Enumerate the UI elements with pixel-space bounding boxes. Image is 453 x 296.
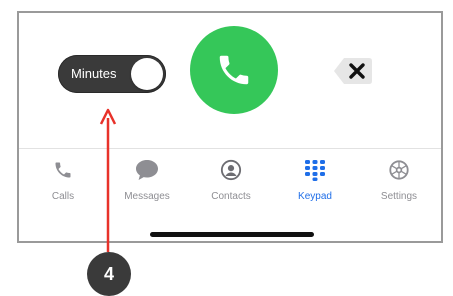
phone-screen: Minutes Calls Messages Contacts Keypad S… xyxy=(17,11,443,243)
tab-keypad[interactable]: Keypad xyxy=(275,157,355,207)
gear-icon xyxy=(389,160,409,180)
tab-calls[interactable]: Calls xyxy=(23,157,103,207)
tab-label: Settings xyxy=(380,191,418,202)
dialer-controls: Minutes xyxy=(19,13,441,148)
minutes-toggle-label: Minutes xyxy=(71,66,117,81)
toggle-knob[interactable] xyxy=(131,58,163,90)
tab-messages[interactable]: Messages xyxy=(107,157,187,207)
tab-settings[interactable]: Settings xyxy=(359,157,439,207)
minutes-toggle[interactable]: Minutes xyxy=(58,55,166,93)
tab-contacts[interactable]: Contacts xyxy=(191,157,271,207)
tab-label: Keypad xyxy=(298,191,332,202)
tab-label: Messages xyxy=(124,191,170,202)
chat-bubble-icon xyxy=(136,160,158,180)
keypad-grid-icon xyxy=(305,160,325,181)
backspace-icon xyxy=(334,58,372,84)
tab-label: Calls xyxy=(51,191,75,202)
person-circle-icon xyxy=(220,159,242,181)
delete-button[interactable] xyxy=(333,56,373,86)
tab-bar: Calls Messages Contacts Keypad Settings xyxy=(19,149,441,229)
step-number-badge: 4 xyxy=(87,252,131,296)
phone-icon xyxy=(219,55,249,85)
home-indicator xyxy=(150,232,314,237)
call-button[interactable] xyxy=(190,26,278,114)
phone-icon xyxy=(55,162,71,178)
tab-label: Contacts xyxy=(211,191,251,202)
